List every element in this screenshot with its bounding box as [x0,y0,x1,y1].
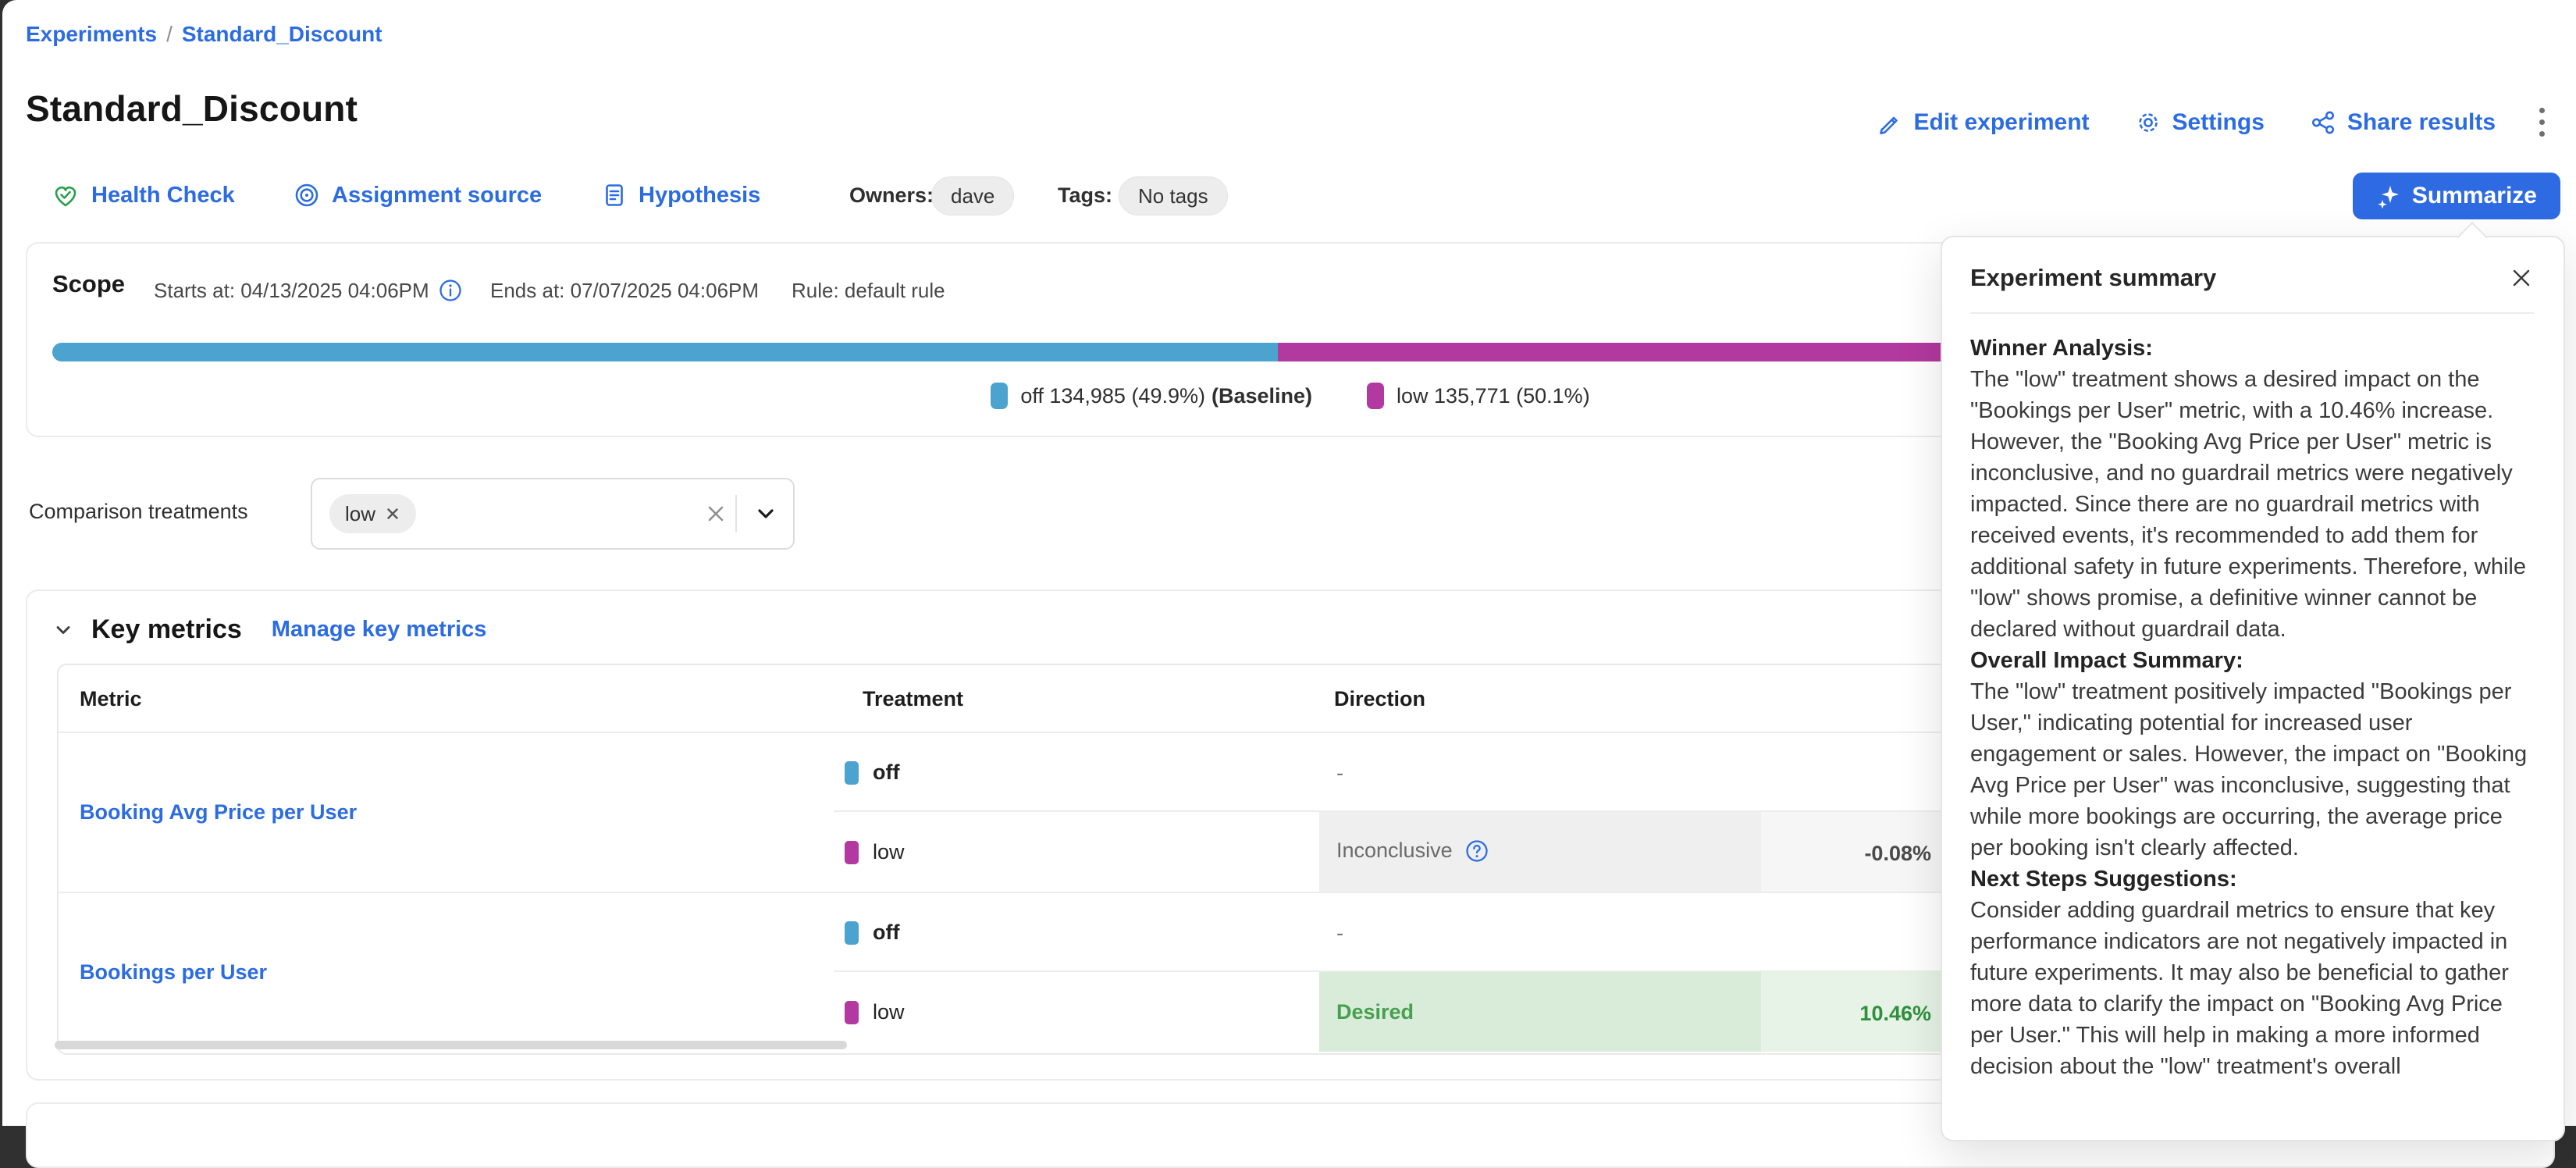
treatment-cell-off: off [845,760,899,785]
treatment-chip-low[interactable]: low [329,494,416,533]
hypothesis-link[interactable]: Hypothesis [601,175,760,215]
kebab-menu-icon[interactable] [2532,103,2553,141]
summary-section-body: The "low" treatment positively impacted … [1970,676,2534,864]
scope-ends: Ends at: 07/07/2025 04:06PM [490,276,759,304]
direction-dash: - [1336,921,1343,945]
treatment-color-off [845,761,859,785]
heart-check-icon [51,180,80,210]
page-title: Standard_Discount [26,87,358,130]
manage-key-metrics-link[interactable]: Manage key metrics [272,617,487,643]
experiment-summary-title: Experiment summary [1970,264,2216,292]
legend-swatch-off [991,383,1008,409]
summary-section-body: Consider adding guardrail metrics to ens… [1970,895,2534,1082]
summary-body: Winner Analysis: The "low" treatment sho… [1970,333,2534,1082]
info-icon[interactable] [439,279,462,302]
treatment-color-low [845,1001,859,1024]
share-results-button[interactable]: Share results [2310,109,2496,136]
gear-icon [2135,109,2161,136]
treatment-cell-low: low [845,840,905,864]
summarize-label: Summarize [2412,183,2537,209]
direction-label-inconclusive: Inconclusive [1336,839,1489,863]
edit-experiment-button[interactable]: Edit experiment [1876,109,2089,136]
summary-section-body: The "low" treatment shows a desired impa… [1970,364,2534,645]
treatment-chip-label: low [345,502,375,526]
legend-label-low: low 135,771 (50.1%) [1397,384,1590,408]
chip-close-icon[interactable] [385,506,400,522]
section-collapse-chevron-icon[interactable] [52,619,74,641]
chevron-down-icon[interactable] [754,479,777,548]
experiment-summary-panel: Experiment summary Winner Analysis: The … [1941,236,2565,1141]
direction-dash: - [1336,761,1343,785]
owners-label: Owners: [849,175,934,215]
page-content: Experiments / Standard_Discount Edit exp… [2,0,2576,1126]
treatment-name: off [873,760,899,785]
metric-link-booking-avg-price[interactable]: Booking Avg Price per User [80,800,357,824]
tags-label: Tags: [1058,175,1112,215]
scope-rule: Rule: default rule [792,276,945,304]
breadcrumb-separator: / [166,22,173,47]
select-clear-icon[interactable] [704,479,728,548]
close-icon[interactable] [2509,265,2534,290]
treatment-color-off [845,921,859,945]
treatment-color-low [845,841,859,864]
column-header-direction: Direction [1334,687,1425,711]
scope-starts: Starts at: 04/13/2025 04:06PM [154,276,462,304]
allocation-segment-off [52,343,1278,361]
breadcrumb: Experiments / Standard_Discount [26,22,382,47]
breadcrumb-current[interactable]: Standard_Discount [182,22,382,47]
summarize-button[interactable]: Summarize [2353,173,2560,219]
column-header-metric: Metric [80,687,142,711]
hypothesis-label: Hypothesis [639,183,760,208]
header-actions: Edit experiment Settings Share results [1876,103,2553,141]
pencil-icon [1876,109,1902,136]
legend-item-low: low 135,771 (50.1%) [1367,383,1590,409]
legend-baseline-tag: (Baseline) [1212,384,1312,408]
assignment-source-link[interactable]: Assignment source [293,175,542,215]
summary-section-heading: Next Steps Suggestions: [1970,864,2534,895]
treatment-cell-off: off [845,921,899,945]
metric-link-bookings-per-user[interactable]: Bookings per User [80,960,267,985]
summary-section-heading: Winner Analysis: [1970,333,2534,364]
breadcrumb-experiments[interactable]: Experiments [26,22,157,47]
starts-at-text: Starts at: 04/13/2025 04:06PM [154,279,429,303]
legend-swatch-low [1367,383,1384,409]
tags-chip[interactable]: No tags [1119,176,1228,215]
key-metrics-title: Key metrics [91,614,242,645]
summary-section-heading: Overall Impact Summary: [1970,645,2534,676]
horizontal-scrollbar[interactable] [55,1041,847,1049]
share-results-label: Share results [2347,109,2496,136]
rule-text: Rule: default rule [792,279,945,303]
health-check-link[interactable]: Health Check [51,175,235,215]
sparkle-icon [2376,183,2401,208]
assignment-source-label: Assignment source [332,183,542,208]
treatment-cell-low: low [845,1000,905,1024]
panel-divider [1970,312,2534,314]
value-desired: 10.46% [1761,1002,1931,1026]
settings-button[interactable]: Settings [2135,109,2265,136]
legend-item-off: off 134,985 (49.9%) (Baseline) [991,383,1312,409]
scope-title: Scope [52,270,125,298]
treatment-name: low [873,1000,905,1024]
column-header-treatment: Treatment [863,687,963,711]
share-icon [2310,109,2336,136]
direction-label-desired: Desired [1336,1000,1414,1024]
treatment-name: off [873,921,899,945]
select-divider [735,495,737,532]
ends-at-text: Ends at: 07/07/2025 04:06PM [490,279,759,303]
comparison-treatments-label: Comparison treatments [29,500,248,524]
target-icon [293,181,321,209]
owner-chip[interactable]: dave [931,176,1014,215]
health-check-label: Health Check [91,183,235,208]
value-inconclusive: -0.08% [1761,842,1931,866]
help-icon[interactable] [1465,839,1489,863]
document-icon [601,182,628,208]
comparison-treatments-select[interactable]: low [311,478,795,550]
settings-label: Settings [2172,109,2265,136]
treatment-name: low [873,840,905,864]
edit-experiment-label: Edit experiment [1913,109,2089,136]
legend-label-off: off 134,985 (49.9%) [1020,384,1205,408]
